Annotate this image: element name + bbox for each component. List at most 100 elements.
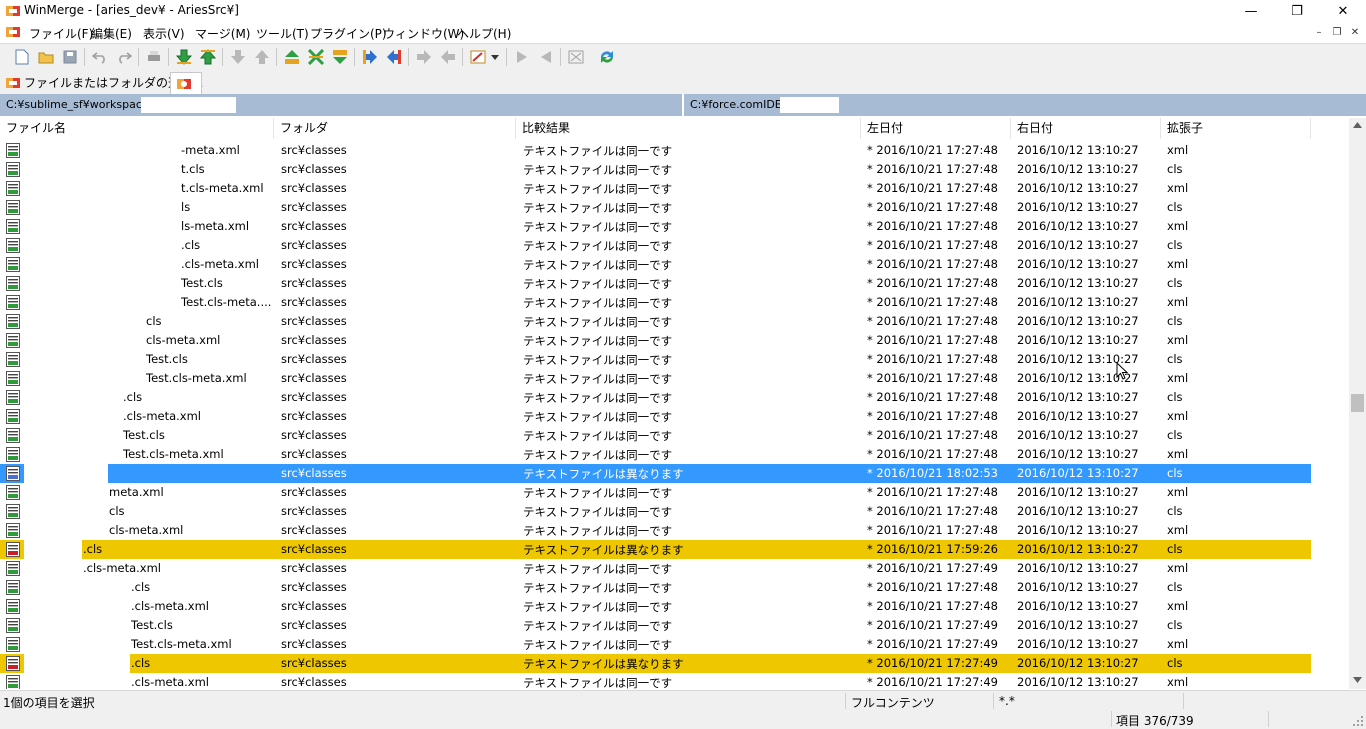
text-diff-icon (6, 466, 20, 481)
table-row[interactable]: t.cls src¥classes テキストファイルは同一です * 2016/10/2… (0, 160, 1311, 179)
dropdown-icon[interactable] (489, 48, 501, 66)
header-right-date[interactable]: 右日付 (1011, 118, 1161, 139)
table-row[interactable]: cls src¥classes テキストファイルは同一です * 2016/10/21 … (0, 312, 1311, 331)
all-right-icon[interactable] (361, 48, 379, 66)
table-row[interactable]: .cls src¥classes テキストファイルは同一です * 2016/10/21… (0, 388, 1311, 407)
last-diff-icon[interactable] (253, 48, 271, 66)
first-diff-icon[interactable] (229, 48, 247, 66)
tab-folder-compare[interactable] (170, 72, 202, 94)
table-row[interactable]: .cls-meta.xml src¥classes テキストファイルは同一です * 2… (0, 673, 1311, 689)
row-ext: xml (1167, 447, 1189, 461)
menu-help[interactable]: ヘルプ(H) (457, 25, 511, 42)
table-row[interactable]: meta.xml src¥classes テキストファイルは同一です * 2016/1… (0, 483, 1311, 502)
path-divider[interactable] (682, 94, 684, 116)
mdi-close-button[interactable]: ✕ (1346, 25, 1364, 39)
menu-tools[interactable]: ツール(T) (256, 25, 309, 42)
copy-left-icon[interactable] (331, 48, 349, 66)
menu-window[interactable]: ウィンドウ(W) (383, 25, 464, 42)
table-row[interactable]: .cls-meta.xml src¥classes テキストファイルは同一です * 2… (0, 559, 1311, 578)
text-same-icon (6, 200, 20, 215)
row-folder: src¥classes (281, 162, 347, 176)
menu-plugins[interactable]: プラグイン(P) (310, 25, 387, 42)
table-row[interactable]: cls-meta.xml src¥classes テキストファイルは同一です * 20… (0, 331, 1311, 350)
header-filename[interactable]: ファイル名 (0, 118, 274, 139)
row-left-date: * 2016/10/21 17:27:48 (867, 314, 998, 328)
status-filter: *.* (999, 694, 1015, 708)
table-row[interactable]: .cls-meta.xml src¥classes テキストファイルは同一です * 2… (0, 407, 1311, 426)
table-row[interactable]: Test.cls-meta.xml src¥classes テキストファイルは同一で… (0, 635, 1311, 654)
menu-file[interactable]: ファイル(F) (29, 25, 93, 42)
table-row[interactable]: .cls src¥classes テキストファイルは同一です * 2016/10/21… (0, 578, 1311, 597)
table-row[interactable]: cls-meta.xml src¥classes テキストファイルは同一です * 20… (0, 521, 1311, 540)
scroll-up-icon[interactable] (1353, 122, 1362, 128)
table-row[interactable]: ls src¥classes テキストファイルは同一です * 2016/10/21 1… (0, 198, 1311, 217)
row-name: Test.cls (131, 618, 173, 632)
undo-icon[interactable] (91, 48, 109, 66)
menu-merge[interactable]: マージ(M) (195, 25, 250, 42)
move-right-icon[interactable] (513, 48, 531, 66)
resize-grip-icon[interactable] (1352, 715, 1364, 727)
new-icon[interactable] (13, 48, 31, 66)
table-row[interactable]: src¥classes テキストファイルは異なります * 2016/10/21 18… (0, 464, 1311, 483)
table-row[interactable]: Test.cls src¥classes テキストファイルは同一です * 2016/1… (0, 426, 1311, 445)
table-row[interactable]: .cls-meta.xml src¥classes テキストファイルは同一です * 2… (0, 255, 1311, 274)
table-row[interactable]: Test.cls src¥classes テキストファイルは同一です * 2016/1… (0, 350, 1311, 369)
table-row[interactable]: .cls src¥classes テキストファイルは同一です * 2016/10/21… (0, 236, 1311, 255)
table-row[interactable]: cls src¥classes テキストファイルは同一です * 2016/10/21 … (0, 502, 1311, 521)
table-row[interactable]: Test.cls-meta.xml src¥classes テキストファイルは同一で… (0, 445, 1311, 464)
copy-to-right-icon[interactable] (415, 48, 433, 66)
refresh-icon[interactable] (598, 48, 616, 66)
open-icon[interactable] (37, 48, 55, 66)
print-icon[interactable] (145, 48, 163, 66)
header-extension[interactable]: 拡張子 (1161, 118, 1311, 139)
table-row[interactable]: .cls-meta.xml src¥classes テキストファイルは同一です * 2… (0, 597, 1311, 616)
move-left-icon[interactable] (537, 48, 555, 66)
row-left-date: * 2016/10/21 17:27:48 (867, 485, 998, 499)
current-diff-icon[interactable] (283, 48, 301, 66)
menu-view[interactable]: 表示(V) (143, 25, 185, 42)
menu-edit[interactable]: 編集(E) (91, 25, 132, 42)
table-row[interactable]: -meta.xml src¥classes テキストファイルは同一です * 2016/… (0, 141, 1311, 160)
redo-icon[interactable] (115, 48, 133, 66)
next-diff-icon[interactable] (175, 48, 193, 66)
document-icon[interactable] (6, 25, 20, 39)
compare-icon[interactable] (567, 48, 585, 66)
table-row[interactable]: ls-meta.xml src¥classes テキストファイルは同一です * 201… (0, 217, 1311, 236)
row-right-date: 2016/10/12 13:10:27 (1017, 333, 1139, 347)
close-button[interactable]: ✕ (1320, 0, 1366, 22)
mdi-restore-button[interactable]: ❐ (1328, 25, 1346, 39)
status-item-count: 項目 376/739 (1116, 714, 1194, 728)
scrollbar-thumb[interactable] (1351, 394, 1364, 412)
minimize-button[interactable]: — (1228, 0, 1274, 22)
scroll-down-icon[interactable] (1353, 677, 1362, 683)
copy-to-left-icon[interactable] (439, 48, 457, 66)
row-name: t.cls-meta.xml (181, 181, 264, 195)
table-row[interactable]: .cls src¥classes テキストファイルは異なります * 2016/10/2… (0, 654, 1311, 673)
all-left-icon[interactable] (385, 48, 403, 66)
row-left-date: * 2016/10/21 17:27:48 (867, 580, 998, 594)
row-folder: src¥classes (281, 485, 347, 499)
mouse-cursor-icon (1116, 362, 1128, 380)
prev-diff-icon[interactable] (199, 48, 217, 66)
header-folder[interactable]: フォルダ (274, 118, 516, 139)
options-icon[interactable] (469, 48, 487, 66)
table-row[interactable]: Test.cls-meta.xml src¥classes テキストファイルは同一で… (0, 369, 1311, 388)
comparison-list: -meta.xml src¥classes テキストファイルは同一です * 2016/… (0, 141, 1350, 689)
table-row[interactable]: Test.cls src¥classes テキストファイルは同一です * 2016/1… (0, 274, 1311, 293)
row-folder: src¥classes (281, 314, 347, 328)
header-left-date[interactable]: 左日付 (861, 118, 1011, 139)
row-result: テキストファイルは同一です (523, 600, 673, 614)
table-row[interactable]: t.cls-meta.xml src¥classes テキストファイルは同一です * … (0, 179, 1311, 198)
table-row[interactable]: .cls src¥classes テキストファイルは異なります * 2016/10/2… (0, 540, 1311, 559)
text-same-icon (6, 618, 20, 633)
restore-button[interactable]: ❐ (1274, 0, 1320, 22)
vertical-scrollbar[interactable] (1349, 118, 1366, 689)
mdi-minimize-button[interactable]: – (1310, 25, 1328, 39)
table-row[interactable]: Test.cls-meta.... src¥classes テキストファイルは同一で… (0, 293, 1311, 312)
text-same-icon (6, 580, 20, 595)
table-row[interactable]: Test.cls src¥classes テキストファイルは同一です * 2016/1… (0, 616, 1311, 635)
copy-right-icon[interactable] (307, 48, 325, 66)
save-icon[interactable] (61, 48, 79, 66)
text-same-icon (6, 675, 20, 689)
header-result[interactable]: 比較結果 (516, 118, 861, 139)
